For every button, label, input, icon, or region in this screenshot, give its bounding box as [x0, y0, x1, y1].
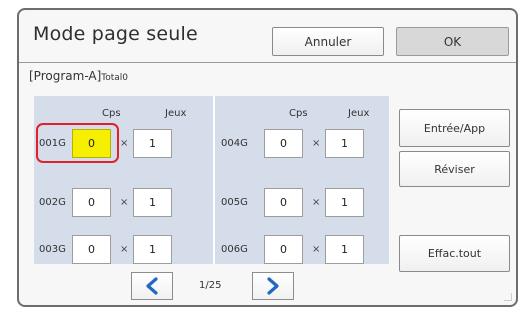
times-sign: ×: [312, 138, 321, 149]
grid-column-separator: [213, 96, 215, 264]
header-cps-right: Cps: [289, 108, 308, 119]
page-indicator: 1/25: [199, 280, 222, 291]
jeux-field-003g[interactable]: 1: [133, 235, 172, 264]
times-sign: ×: [120, 244, 129, 255]
chevron-right-icon: [267, 277, 279, 295]
row-label-003g: 003G: [39, 244, 66, 255]
row-label-006g: 006G: [221, 244, 248, 255]
jeux-field-006g[interactable]: 1: [325, 235, 364, 264]
cps-field-006g[interactable]: 0: [264, 235, 303, 264]
cancel-button[interactable]: Annuler: [272, 27, 384, 56]
program-total: Total0: [101, 73, 129, 83]
title-divider: [19, 62, 516, 63]
cps-field-003g[interactable]: 0: [72, 235, 111, 264]
row-label-004g: 004G: [221, 138, 248, 149]
cps-field-004g[interactable]: 0: [264, 129, 303, 158]
entree-app-button[interactable]: Entrée/App: [399, 109, 510, 147]
times-sign: ×: [312, 197, 321, 208]
resize-grip: [504, 293, 512, 301]
previous-page-button[interactable]: [131, 272, 173, 300]
times-sign: ×: [120, 138, 129, 149]
times-sign: ×: [312, 244, 321, 255]
jeux-field-002g[interactable]: 1: [133, 188, 172, 217]
dialog-title: Mode page seule: [33, 23, 198, 45]
chevron-left-icon: [146, 277, 158, 295]
times-sign: ×: [120, 197, 129, 208]
cps-field-005g[interactable]: 0: [264, 188, 303, 217]
selection-highlight: [36, 123, 119, 163]
row-label-002g: 002G: [39, 197, 66, 208]
clear-all-button[interactable]: Effac.tout: [399, 235, 510, 272]
single-page-mode-dialog: Mode page seule Annuler OK [Program-A]To…: [17, 8, 518, 307]
ok-button[interactable]: OK: [396, 27, 509, 56]
header-jeux-left: Jeux: [165, 108, 187, 119]
row-label-005g: 005G: [221, 197, 248, 208]
header-jeux-right: Jeux: [348, 108, 370, 119]
reviser-button[interactable]: Réviser: [399, 151, 510, 187]
header-cps-left: Cps: [102, 108, 121, 119]
jeux-field-004g[interactable]: 1: [325, 129, 364, 158]
program-name: [Program-A]: [29, 69, 102, 83]
program-info: [Program-A]Total0: [29, 69, 128, 83]
cps-field-002g[interactable]: 0: [72, 188, 111, 217]
jeux-field-005g[interactable]: 1: [325, 188, 364, 217]
copies-sets-grid: Cps Jeux Cps Jeux 001G 0 × 1 002G 0 × 1 …: [34, 96, 389, 264]
jeux-field-001g[interactable]: 1: [133, 129, 172, 158]
next-page-button[interactable]: [252, 272, 294, 300]
